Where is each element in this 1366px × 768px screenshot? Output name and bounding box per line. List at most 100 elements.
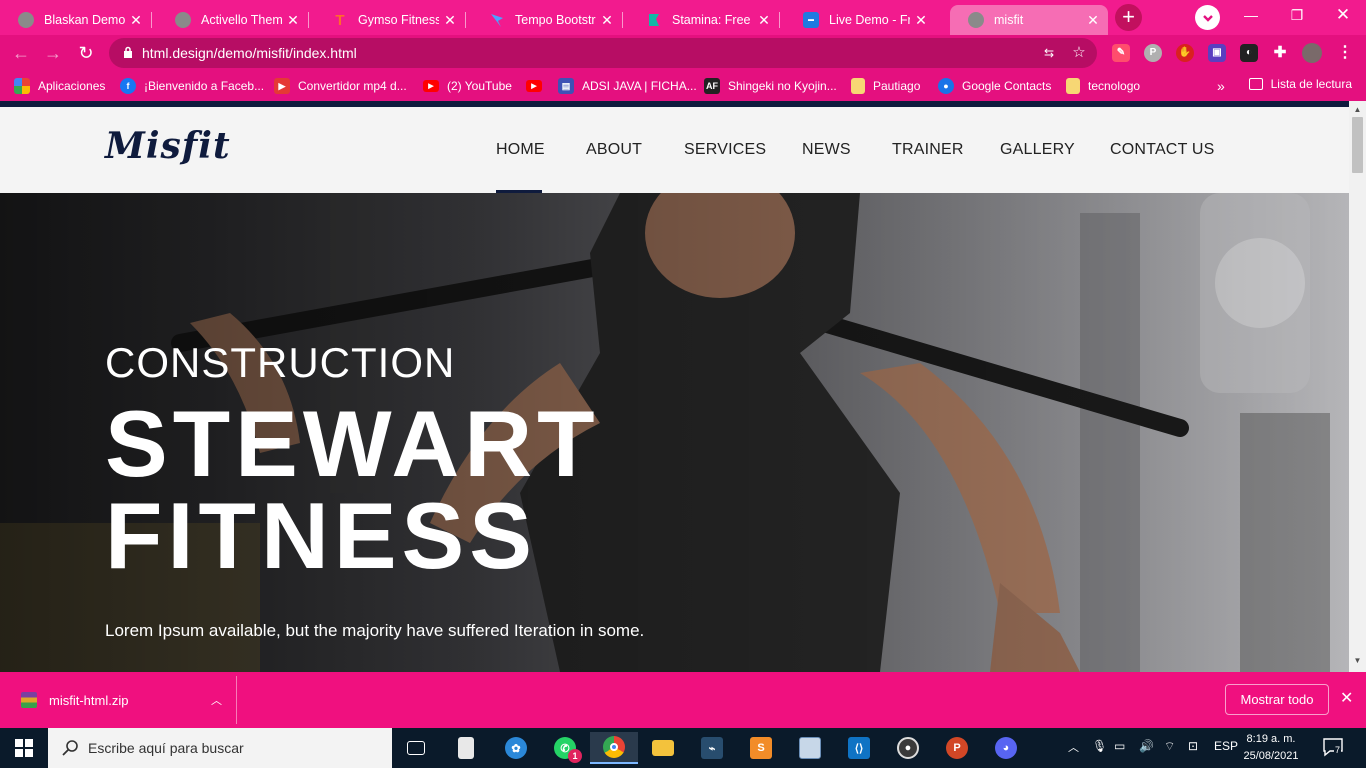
taskbar-chrome[interactable] [590, 732, 638, 764]
nav-gallery[interactable]: GALLERY [1000, 141, 1075, 159]
bookmark-convertidor[interactable]: ▶ Convertidor mp4 d... [274, 77, 407, 95]
bookmark-apps[interactable]: Aplicaciones [14, 77, 105, 95]
taskbar-vscode[interactable]: ⟨⟩ [835, 732, 883, 764]
bookmark-label: (2) YouTube [447, 79, 512, 93]
bookmark-star-icon[interactable]: ☆ [1069, 43, 1089, 63]
download-item[interactable]: misfit-html.zip ︿ [8, 676, 237, 724]
tab-misfit[interactable]: misfit ✕ [950, 5, 1108, 35]
nav-trainer[interactable]: TRAINER [892, 141, 964, 159]
more-bookmarks-chevron-icon[interactable]: » [1217, 77, 1225, 95]
bookmark-tecnologo[interactable]: tecnologo [1066, 77, 1140, 95]
translate-icon[interactable]: ⇆ [1039, 43, 1059, 63]
close-tab-icon[interactable]: ✕ [757, 13, 771, 27]
taskbar-app-blue[interactable]: ✿ [492, 732, 540, 764]
show-all-downloads-button[interactable]: Mostrar todo [1225, 684, 1329, 715]
bookmark-adsi-java[interactable]: ▤ ADSI JAVA | FICHA... [558, 77, 697, 95]
close-download-bar-icon[interactable]: ✕ [1340, 688, 1353, 708]
extension-adblock-icon[interactable]: ✋ [1176, 44, 1194, 62]
close-window-button[interactable]: ✕ [1320, 0, 1366, 32]
reload-button[interactable]: ↻ [74, 41, 98, 65]
bookmark-facebook[interactable]: f ¡Bienvenido a Faceb... [120, 77, 264, 95]
taskbar-mysql-workbench[interactable]: ⌁ [688, 732, 736, 764]
taskbar-search-placeholder: Escribe aquí para buscar [88, 740, 244, 756]
close-tab-icon[interactable]: ✕ [443, 13, 457, 27]
forward-button[interactable]: → [41, 41, 65, 65]
extension-pip-icon[interactable]: P [1144, 44, 1162, 62]
tab-stamina[interactable]: Stamina: Free HTM ✕ [628, 5, 780, 35]
youtube-icon: ▶ [526, 80, 542, 92]
page-scrollbar[interactable]: ▲ ▼ [1349, 101, 1366, 672]
language-indicator[interactable]: ESP [1214, 739, 1238, 753]
tab-live-demo[interactable]: ▬ Live Demo - Free ✕ [785, 5, 936, 35]
nav-home[interactable]: HOME [496, 141, 545, 159]
minimize-button[interactable]: — [1228, 0, 1274, 32]
scroll-down-arrow-icon[interactable]: ▼ [1349, 656, 1366, 665]
taskbar-search-box[interactable]: Escribe aquí para buscar [48, 728, 392, 768]
obs-icon: ● [897, 737, 919, 759]
site-logo[interactable]: Misfit [105, 125, 231, 167]
close-tab-icon[interactable]: ✕ [129, 13, 143, 27]
tab-search-button[interactable] [1195, 5, 1220, 30]
bookmark-shingeki[interactable]: AF Shingeki no Kyojin... [704, 77, 837, 95]
profile-avatar[interactable] [1302, 43, 1322, 63]
extension-shortcut-icon[interactable]: ✎ [1112, 44, 1130, 62]
browser-toolbar: ← → ↻ html.design/demo/misfit/index.html… [0, 35, 1366, 71]
back-button[interactable]: ← [9, 41, 33, 65]
chevron-up-icon[interactable]: ︿ [211, 692, 222, 708]
close-tab-icon[interactable]: ✕ [286, 13, 300, 27]
taskbar-powerpoint[interactable]: P [933, 732, 981, 764]
volume-icon[interactable]: 🔊 [1139, 739, 1154, 753]
notification-center-button[interactable]: 7 [1322, 737, 1344, 762]
close-tab-icon[interactable]: ✕ [914, 13, 928, 27]
tab-gymso[interactable]: T Gymso Fitness - L ✕ [314, 5, 466, 35]
bookmark-pautiago[interactable]: Pautiago [851, 77, 920, 95]
facebook-icon: f [120, 78, 136, 94]
tab-blaskan[interactable]: Blaskan Demo - Ju ✕ [0, 5, 152, 35]
extension-save-icon[interactable]: ▣ [1208, 44, 1226, 62]
camera-icon[interactable]: ⊡ [1188, 739, 1198, 753]
reading-list-button[interactable]: Lista de lectura [1248, 77, 1352, 91]
bookmark-google-contacts[interactable]: ● Google Contacts [938, 77, 1051, 95]
start-button[interactable] [0, 728, 48, 768]
wifi-icon[interactable]: ⌔ [1164, 739, 1175, 754]
globe-icon [18, 12, 34, 28]
new-tab-button[interactable]: + [1115, 4, 1142, 31]
restore-button[interactable]: ❐ [1274, 0, 1320, 32]
bookmarks-bar: Aplicaciones f ¡Bienvenido a Faceb... ▶ … [0, 71, 1366, 101]
address-bar[interactable]: html.design/demo/misfit/index.html ⇆ ☆ [109, 38, 1097, 68]
window-app-icon [799, 737, 821, 759]
nav-news[interactable]: NEWS [802, 141, 851, 159]
taskbar-whatsapp[interactable]: ✆ 1 [541, 732, 589, 764]
taskbar-sublime-text[interactable]: S [737, 732, 785, 764]
tab-tempo[interactable]: Tempo Bootstrap ✕ [471, 5, 623, 35]
taskbar-app-window[interactable] [786, 732, 834, 764]
nav-contact-us[interactable]: CONTACT US [1110, 141, 1215, 159]
task-view-button[interactable] [392, 732, 440, 764]
clock[interactable]: 8:19 a. m. 25/08/2021 [1240, 731, 1302, 765]
close-tab-icon[interactable]: ✕ [1086, 13, 1100, 27]
clock-date: 25/08/2021 [1243, 750, 1299, 762]
scroll-up-arrow-icon[interactable]: ▲ [1349, 105, 1366, 114]
tab-activello[interactable]: Activello Theme D ✕ [157, 5, 309, 35]
extension-darkreader-icon[interactable]: ◐ [1240, 44, 1258, 62]
show-hidden-icons-chevron-icon[interactable]: ︿ [1068, 739, 1079, 755]
scrollbar-thumb[interactable] [1352, 117, 1363, 173]
clock-time: 8:19 a. m. [1246, 733, 1296, 745]
sublime-icon: S [750, 737, 772, 759]
extensions-puzzle-icon[interactable]: ✚ [1271, 44, 1289, 62]
globe-icon [175, 12, 191, 28]
taskbar-discord[interactable]: ◕ [982, 732, 1030, 764]
nav-about[interactable]: ABOUT [586, 141, 642, 159]
browser-menu-icon[interactable]: ⋮ [1336, 44, 1354, 62]
close-tab-icon[interactable]: ✕ [600, 13, 614, 27]
nav-services[interactable]: SERVICES [684, 141, 766, 159]
mockup-icon: ▬ [803, 12, 819, 28]
bookmark-youtube[interactable]: ▶ (2) YouTube [423, 77, 512, 95]
battery-icon[interactable]: ▭ [1114, 739, 1125, 753]
taskbar-file-explorer[interactable] [639, 732, 687, 764]
taskbar-notepad[interactable] [442, 732, 490, 764]
task-view-icon [407, 741, 425, 755]
taskbar-obs[interactable]: ● [884, 732, 932, 764]
bookmark-youtube-2[interactable]: ▶ [526, 77, 550, 95]
microphone-icon[interactable]: 🎙 [1092, 739, 1107, 753]
